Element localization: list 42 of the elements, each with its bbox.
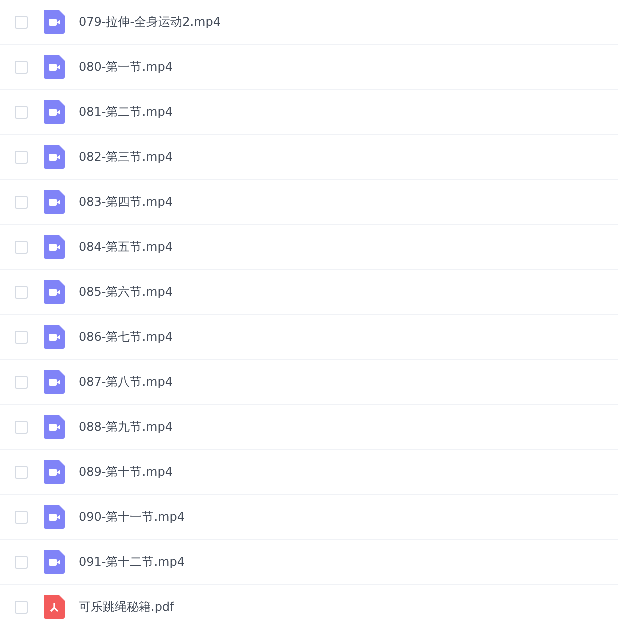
video-file-icon <box>44 10 65 34</box>
checkbox[interactable] <box>15 150 28 164</box>
video-file-icon <box>44 460 65 484</box>
file-name[interactable]: 080-第一节.mp4 <box>79 58 173 76</box>
file-name[interactable]: 086-第七节.mp4 <box>79 328 173 346</box>
pdf-file-icon <box>44 595 65 619</box>
checkbox[interactable] <box>15 196 28 208</box>
video-file-icon <box>44 235 65 259</box>
video-file-icon <box>44 190 65 214</box>
video-file-icon <box>44 55 65 79</box>
file-name[interactable]: 085-第六节.mp4 <box>79 284 173 300</box>
file-name[interactable]: 088-第九节.mp4 <box>79 418 173 436</box>
checkbox[interactable] <box>15 376 28 388</box>
checkbox[interactable] <box>15 466 28 478</box>
file-name[interactable]: 081-第二节.mp4 <box>79 104 173 120</box>
file-name[interactable]: 083-第四节.mp4 <box>79 194 173 210</box>
video-file-icon <box>44 100 65 124</box>
file-name[interactable]: 091-第十二节.mp4 <box>79 554 185 570</box>
checkbox[interactable] <box>15 556 28 568</box>
checkbox[interactable] <box>15 60 28 74</box>
file-name[interactable]: 079-拉伸-全身运动2.mp4 <box>79 14 221 30</box>
checkbox[interactable] <box>15 510 28 524</box>
video-file-icon <box>44 505 65 529</box>
checkbox[interactable] <box>15 286 28 298</box>
video-file-icon <box>44 280 65 304</box>
file-name[interactable]: 084-第五节.mp4 <box>79 238 173 256</box>
video-file-icon <box>44 550 65 574</box>
file-name[interactable]: 082-第三节.mp4 <box>79 148 173 166</box>
checkbox[interactable] <box>15 16 28 28</box>
file-name[interactable]: 089-第十节.mp4 <box>79 464 173 480</box>
checkbox[interactable] <box>15 106 28 118</box>
checkbox[interactable] <box>15 330 28 344</box>
checkbox[interactable] <box>15 240 28 254</box>
video-file-icon <box>44 325 65 349</box>
file-name[interactable]: 087-第八节.mp4 <box>79 374 173 390</box>
video-file-icon <box>44 145 65 169</box>
file-name[interactable]: 可乐跳绳秘籍.pdf <box>79 598 174 616</box>
video-file-icon <box>44 415 65 439</box>
file-name[interactable]: 090-第十一节.mp4 <box>79 508 185 526</box>
checkbox[interactable] <box>15 600 28 614</box>
video-file-icon <box>44 370 65 394</box>
checkbox[interactable] <box>15 420 28 434</box>
